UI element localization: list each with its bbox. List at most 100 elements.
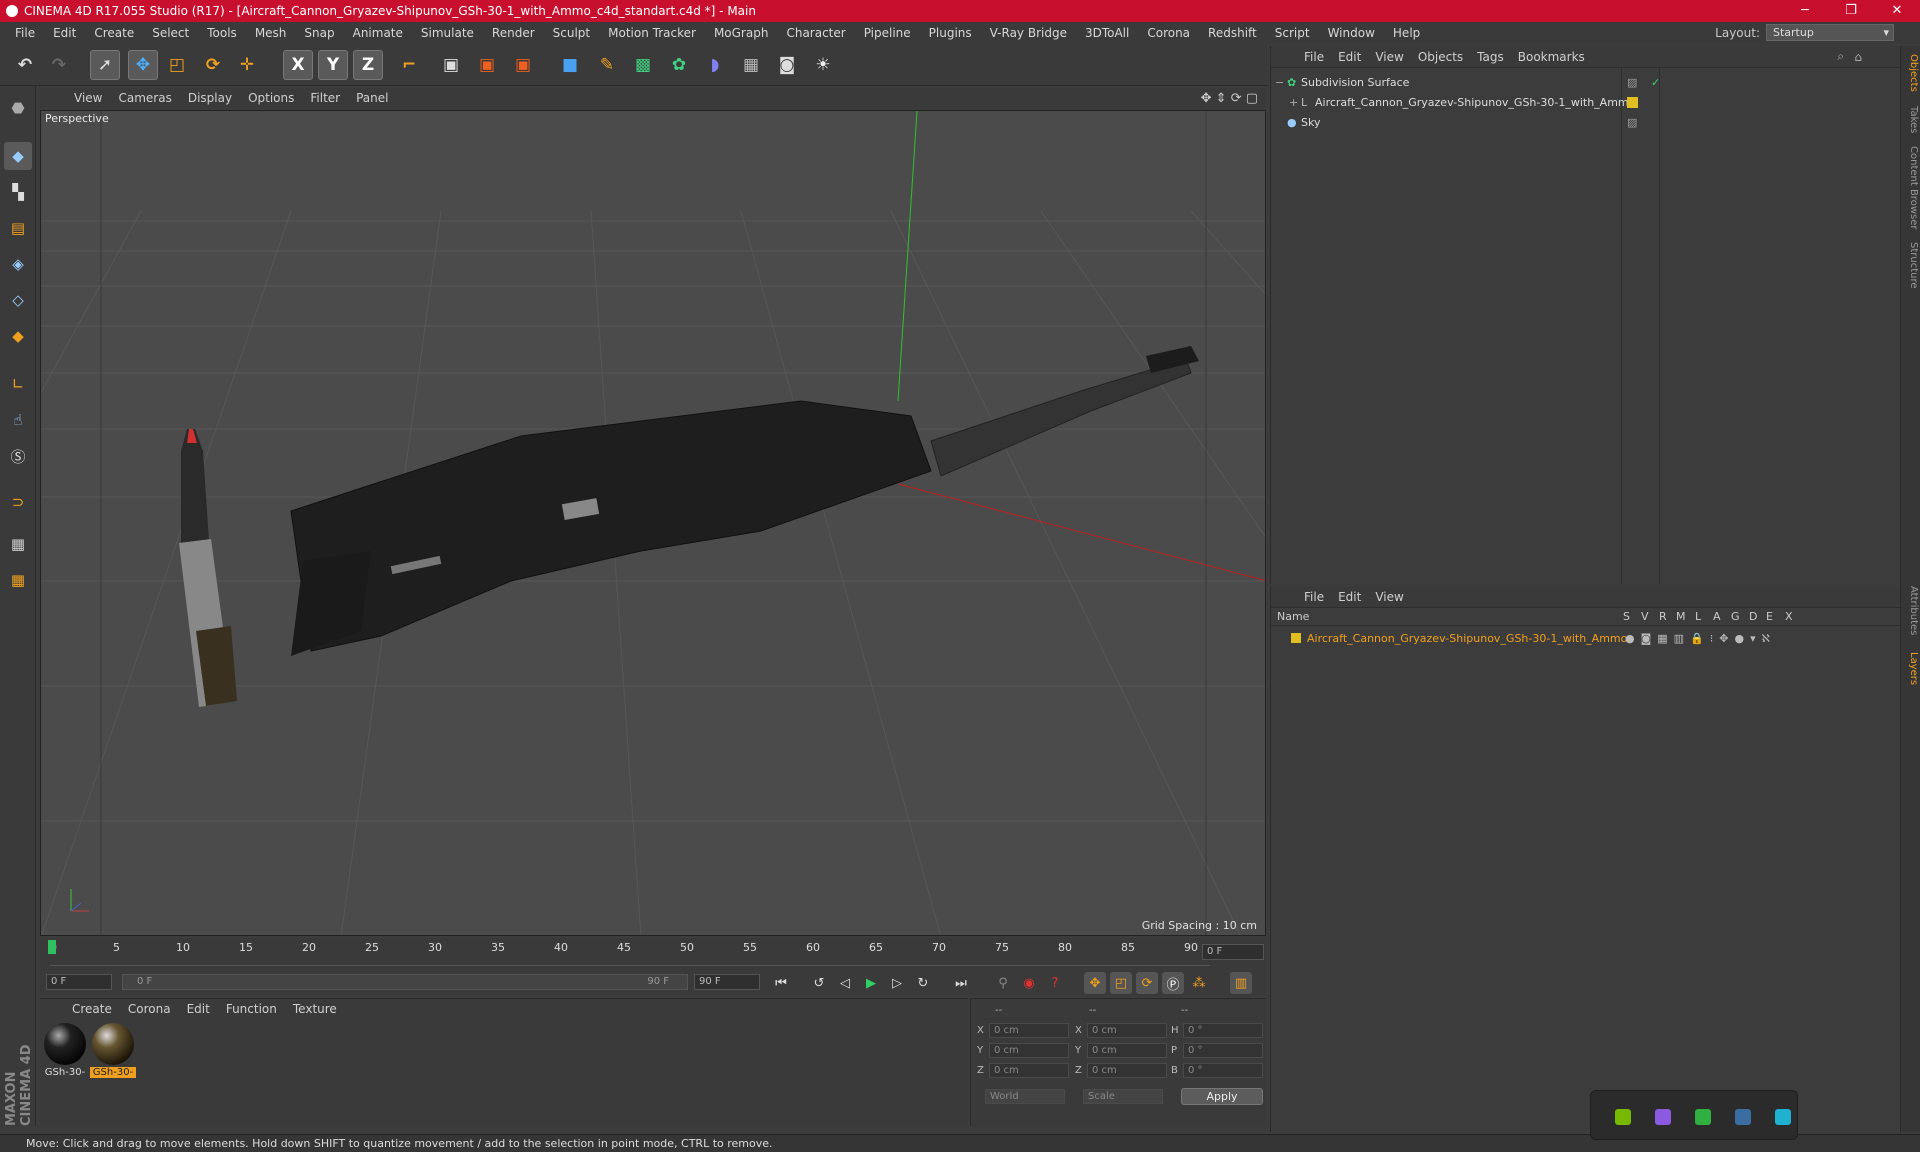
render-view-icon[interactable]: ▣ <box>436 50 466 80</box>
layer-color-icon[interactable] <box>1291 633 1301 643</box>
end-frame-field[interactable]: 90 F <box>694 974 760 990</box>
polygons-mode-icon[interactable]: ◆ <box>4 322 32 350</box>
viewport-menu-view[interactable]: View <box>66 91 110 105</box>
timeline-ruler[interactable]: 0 5 10 15 20 25 30 35 40 45 50 55 60 65 … <box>40 938 1266 968</box>
menu-sculpt[interactable]: Sculpt <box>544 26 599 40</box>
play-icon[interactable]: ▶ <box>860 972 882 994</box>
mograph-cloner-icon[interactable]: ✿ <box>664 50 694 80</box>
menu-3dtoall[interactable]: 3DToAll <box>1076 26 1138 40</box>
material-menu-function[interactable]: Function <box>218 1002 285 1016</box>
expand-icon[interactable]: + <box>1289 96 1301 109</box>
material-swatch-2[interactable]: GSh-30- <box>90 1023 136 1081</box>
menu-pipeline[interactable]: Pipeline <box>855 26 920 40</box>
menu-mesh[interactable]: Mesh <box>246 26 296 40</box>
menu-help[interactable]: Help <box>1384 26 1429 40</box>
menu-animate[interactable]: Animate <box>344 26 412 40</box>
size-z-field[interactable]: 0 cm <box>1087 1063 1167 1078</box>
layer-flag-icons[interactable]: ●◙▦▥🔒⁝✥●▾ℵ <box>1625 632 1776 645</box>
light-bulb-icon[interactable]: ☀ <box>808 50 838 80</box>
col-l[interactable]: L <box>1695 610 1701 623</box>
layers-menu-view[interactable]: View <box>1368 590 1410 604</box>
axis-x-button[interactable]: X <box>283 50 313 80</box>
apply-button[interactable]: Apply <box>1181 1088 1263 1105</box>
material-menu-create[interactable]: Create <box>64 1002 120 1016</box>
viewport-menu-options[interactable]: Options <box>240 91 302 105</box>
menu-mograph[interactable]: MoGraph <box>705 26 778 40</box>
menu-redshift[interactable]: Redshift <box>1199 26 1266 40</box>
col-v[interactable]: V <box>1641 610 1649 623</box>
planar-workplane-icon[interactable]: ▦ <box>4 566 32 594</box>
restore-button[interactable]: ❐ <box>1828 0 1874 22</box>
menu-tools[interactable]: Tools <box>198 26 246 40</box>
start-frame-field[interactable]: 0 F <box>46 974 112 990</box>
nvidia-icon[interactable] <box>1615 1109 1631 1125</box>
snap-icon[interactable]: Ⓢ <box>4 442 32 470</box>
menu-motion-tracker[interactable]: Motion Tracker <box>599 26 705 40</box>
deformer-icon[interactable]: ◗ <box>700 50 730 80</box>
render-picture-viewer-icon[interactable]: ▣ <box>472 50 502 80</box>
menu-edit[interactable]: Edit <box>44 26 85 40</box>
record-active-icon[interactable]: ◉ <box>1018 972 1040 994</box>
menu-file[interactable]: File <box>6 26 44 40</box>
objects-menu-bookmarks[interactable]: Bookmarks <box>1511 50 1592 64</box>
step-forward-icon[interactable]: ▷ <box>886 972 908 994</box>
menu-simulate[interactable]: Simulate <box>412 26 483 40</box>
transform-tool-icon[interactable]: ✛ <box>232 50 262 80</box>
cube-icon[interactable]: ■ <box>555 50 585 80</box>
key-rotation-icon[interactable]: ⟳ <box>1136 972 1158 994</box>
viewport-menu-display[interactable]: Display <box>180 91 240 105</box>
undo-icon[interactable]: ↶ <box>10 50 40 80</box>
col-x[interactable]: X <box>1785 610 1793 623</box>
model-mode-icon[interactable]: ◆ <box>4 142 32 170</box>
next-key-icon[interactable]: ↻ <box>912 972 934 994</box>
viewport-nav-icons[interactable]: ✥ ⇕ ⟳ ▢ <box>1201 91 1258 106</box>
security-shield-icon[interactable] <box>1695 1109 1711 1125</box>
axis-y-button[interactable]: Y <box>318 50 348 80</box>
steam-icon[interactable] <box>1735 1109 1751 1125</box>
timeline-window-icon[interactable]: ▥ <box>1230 972 1252 994</box>
material-swatch-1[interactable]: GSh-30- <box>42 1023 88 1081</box>
tab-content-browser[interactable]: Content Browser <box>1903 146 1919 229</box>
edges-mode-icon[interactable]: ◇ <box>4 286 32 314</box>
scale-tool-icon[interactable]: ◰ <box>162 50 192 80</box>
objects-menu-tags[interactable]: Tags <box>1470 50 1511 64</box>
rot-h-field[interactable]: 0 ° <box>1183 1023 1263 1038</box>
render-settings-icon[interactable]: ▣ <box>508 50 538 80</box>
col-s[interactable]: S <box>1623 610 1630 623</box>
tab-takes[interactable]: Takes <box>1903 106 1919 133</box>
col-g[interactable]: G <box>1731 610 1740 623</box>
select-arrow-icon[interactable]: ➚ <box>90 50 120 80</box>
layout-select[interactable]: Startup ▾ <box>1766 24 1894 41</box>
pos-y-field[interactable]: 0 cm <box>989 1043 1069 1058</box>
go-to-start-icon[interactable]: ⏮ <box>770 972 792 994</box>
previous-key-icon[interactable]: ↺ <box>808 972 830 994</box>
pos-z-field[interactable]: 0 cm <box>989 1063 1069 1078</box>
minimize-button[interactable]: ─ <box>1782 0 1828 22</box>
rotate-tool-icon[interactable]: ⟳ <box>198 50 228 80</box>
material-menu-corona[interactable]: Corona <box>120 1002 179 1016</box>
motion-record-icon[interactable]: ⚲ <box>992 972 1014 994</box>
col-e[interactable]: E <box>1766 610 1773 623</box>
search-icon[interactable]: ⌕ <box>1837 49 1844 64</box>
menu-corona[interactable]: Corona <box>1138 26 1199 40</box>
objects-menu-edit[interactable]: Edit <box>1331 50 1368 64</box>
magnet-icon[interactable]: ⊃ <box>4 488 32 516</box>
workplane-icon[interactable]: ▤ <box>4 214 32 242</box>
object-row-sky[interactable]: ● Sky ▨ <box>1275 112 1895 132</box>
menu-script[interactable]: Script <box>1266 26 1319 40</box>
size-x-field[interactable]: 0 cm <box>1087 1023 1167 1038</box>
tab-objects[interactable]: Objects <box>1903 54 1919 92</box>
key-parameter-icon[interactable]: Ⓟ <box>1162 972 1184 994</box>
points-mode-icon[interactable]: ◈ <box>4 250 32 278</box>
playhead[interactable] <box>48 940 56 954</box>
col-d[interactable]: D <box>1749 610 1757 623</box>
lock-workplane-icon[interactable]: ▦ <box>4 530 32 558</box>
world-coordinates-icon[interactable]: ⌐ <box>394 50 424 80</box>
go-to-end-icon[interactable]: ⏭ <box>950 972 972 994</box>
app-tray-icon[interactable] <box>1655 1109 1671 1125</box>
rot-b-field[interactable]: 0 ° <box>1183 1063 1263 1078</box>
menu-create[interactable]: Create <box>85 26 143 40</box>
layers-menu-edit[interactable]: Edit <box>1331 590 1368 604</box>
floor-icon[interactable]: ▦ <box>736 50 766 80</box>
material-menu-edit[interactable]: Edit <box>179 1002 218 1016</box>
